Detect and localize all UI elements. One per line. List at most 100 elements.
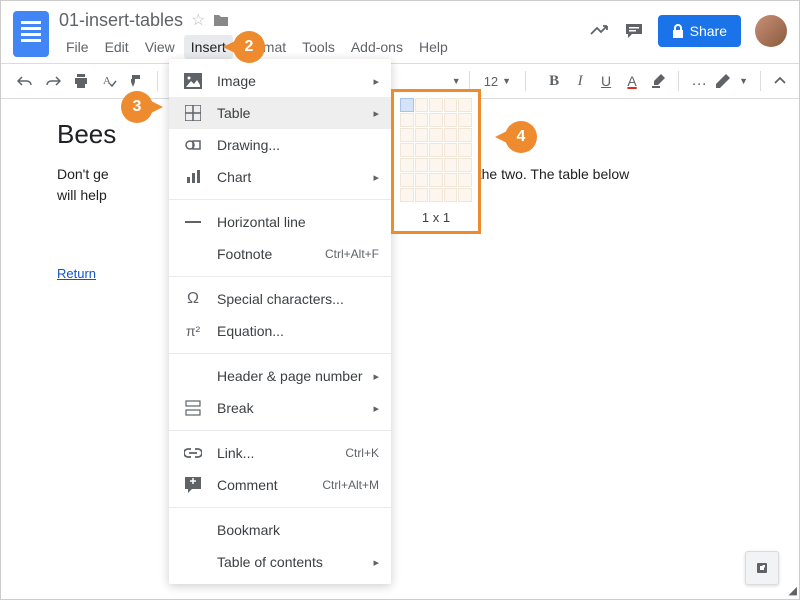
shortcut-label: Ctrl+K [345,446,379,460]
table-grid-cell[interactable] [429,188,443,202]
insert-menu: Image▸Table▸Drawing...Chart▸Horizontal l… [169,59,391,584]
table-grid-cell[interactable] [444,128,458,142]
document-title[interactable]: 01-insert-tables [59,10,183,31]
annotation-callout: 3 [121,91,153,123]
comment-history-icon[interactable] [624,22,644,40]
table-grid-cell[interactable] [415,113,429,127]
table-grid-cell[interactable] [429,113,443,127]
menu-item-label: Footnote [217,246,325,262]
print-icon[interactable] [69,69,93,93]
table-grid-cell[interactable] [400,98,414,112]
table-grid-cell[interactable] [458,98,472,112]
table-grid-cell[interactable] [400,188,414,202]
underline-button[interactable]: U [594,69,618,93]
submenu-arrow-icon: ▸ [373,370,379,383]
menu-item-bookmark[interactable]: Bookmark [169,514,391,546]
table-size-picker[interactable]: 1 x 1 [391,89,481,234]
collapse-toolbar-icon[interactable] [773,76,787,86]
table-grid-cell[interactable] [415,188,429,202]
share-button[interactable]: Share [658,15,741,47]
menu-help[interactable]: Help [412,35,455,59]
activity-icon[interactable] [590,24,610,38]
table-grid-cell[interactable] [458,113,472,127]
menu-item-label: Table of contents [217,554,373,570]
table-grid-cell[interactable] [400,173,414,187]
lock-icon [672,24,684,38]
table-grid-cell[interactable] [429,143,443,157]
editing-mode-icon[interactable] [715,73,731,89]
menu-item-label: Table [217,105,373,121]
table-grid-cell[interactable] [429,173,443,187]
redo-icon[interactable] [41,69,65,93]
paint-format-icon[interactable] [125,69,149,93]
drawing-icon [181,137,205,153]
table-grid-cell[interactable] [415,143,429,157]
table-grid-cell[interactable] [415,158,429,172]
menu-item-footnote[interactable]: FootnoteCtrl+Alt+F [169,238,391,270]
table-grid-cell[interactable] [458,143,472,157]
image-icon [181,73,205,89]
menu-add-ons[interactable]: Add-ons [344,35,410,59]
font-size-dropdown[interactable]: 12 ▼ [478,74,517,89]
styles-dropdown[interactable]: ▼ [452,76,461,86]
menu-item-chart[interactable]: Chart▸ [169,161,391,193]
table-grid-cell[interactable] [429,98,443,112]
menu-item-equation-[interactable]: π²Equation... [169,315,391,347]
menu-item-horizontal-line[interactable]: Horizontal line [169,206,391,238]
table-grid-cell[interactable] [458,128,472,142]
menu-item-break[interactable]: Break▸ [169,392,391,424]
table-size-label: 1 x 1 [400,210,472,225]
table-grid-cell[interactable] [458,173,472,187]
table-grid-cell[interactable] [415,98,429,112]
table-grid-cell[interactable] [400,158,414,172]
table-grid-cell[interactable] [444,188,458,202]
undo-icon[interactable] [13,69,37,93]
menu-item-image[interactable]: Image▸ [169,65,391,97]
table-grid-cell[interactable] [400,143,414,157]
menu-item-comment[interactable]: CommentCtrl+Alt+M [169,469,391,501]
submenu-arrow-icon: ▸ [373,107,379,120]
menu-item-link-[interactable]: Link...Ctrl+K [169,437,391,469]
table-grid-cell[interactable] [429,158,443,172]
menu-item-special-characters-[interactable]: ΩSpecial characters... [169,283,391,315]
table-grid-cell[interactable] [444,113,458,127]
menu-file[interactable]: File [59,35,96,59]
bold-button[interactable]: B [542,69,566,93]
explore-button[interactable] [745,551,779,585]
menu-tools[interactable]: Tools [295,35,342,59]
expand-corner-icon[interactable]: ◢ [789,584,797,597]
menu-view[interactable]: View [138,35,182,59]
line-icon [181,220,205,224]
menu-item-label: Equation... [217,323,379,339]
account-avatar[interactable] [755,15,787,47]
table-grid-cell[interactable] [444,98,458,112]
editing-mode-dropdown[interactable]: ▼ [739,76,748,86]
return-link[interactable]: Return [57,266,96,281]
share-label: Share [690,23,727,39]
table-grid-cell[interactable] [458,188,472,202]
submenu-arrow-icon: ▸ [373,556,379,569]
menu-item-table-of-contents[interactable]: Table of contents▸ [169,546,391,578]
folder-icon[interactable] [213,13,229,27]
highlight-button[interactable] [646,69,670,93]
more-toolbar-icon[interactable]: … [687,69,711,93]
menu-edit[interactable]: Edit [98,35,136,59]
table-grid-cell[interactable] [444,143,458,157]
menu-item-drawing-[interactable]: Drawing... [169,129,391,161]
text-color-button[interactable]: A [620,69,644,93]
menu-item-label: Link... [217,445,345,461]
star-icon[interactable]: ☆ [191,10,205,30]
menu-item-header-page-number[interactable]: Header & page number▸ [169,360,391,392]
italic-button[interactable]: I [568,69,592,93]
table-grid-cell[interactable] [400,113,414,127]
docs-app-icon[interactable] [13,11,49,57]
table-grid-cell[interactable] [429,128,443,142]
table-grid-cell[interactable] [444,158,458,172]
menu-item-table[interactable]: Table▸ [169,97,391,129]
table-grid-cell[interactable] [458,158,472,172]
spellcheck-icon[interactable]: A [97,69,121,93]
table-grid-cell[interactable] [400,128,414,142]
table-grid-cell[interactable] [415,128,429,142]
table-grid-cell[interactable] [415,173,429,187]
table-grid-cell[interactable] [444,173,458,187]
